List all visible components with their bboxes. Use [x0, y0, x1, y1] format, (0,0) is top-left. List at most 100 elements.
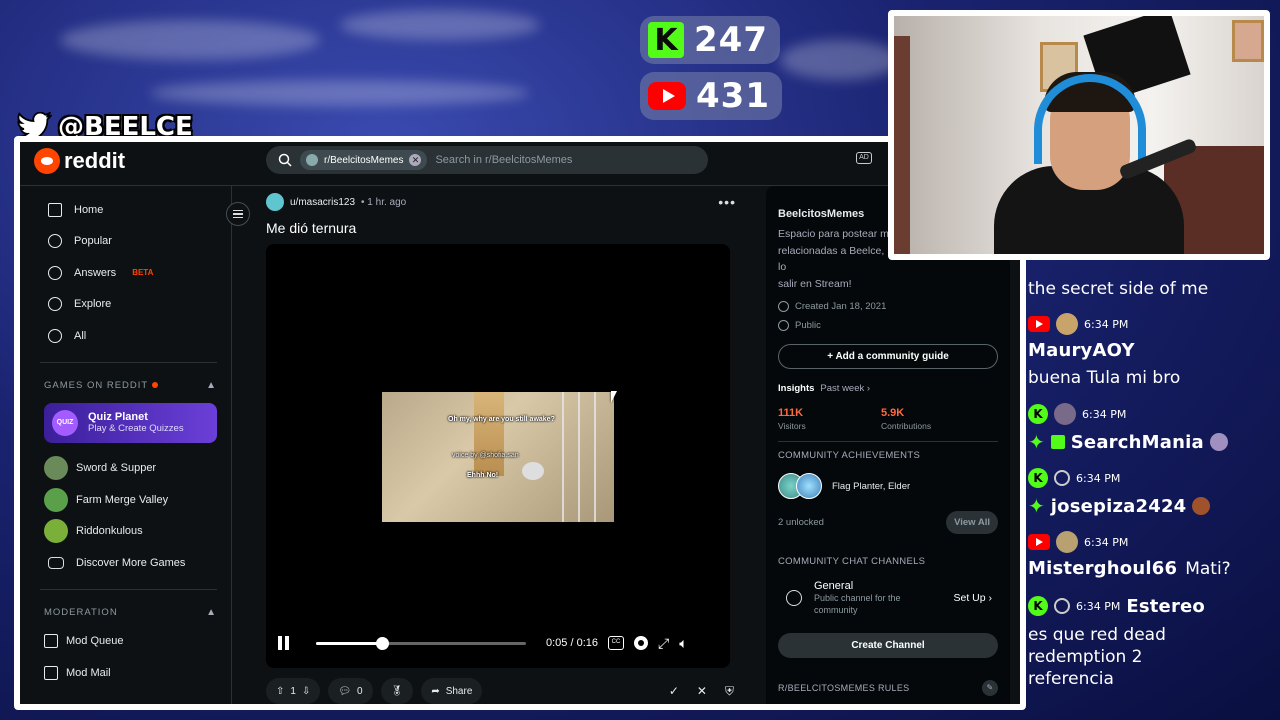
sidebar-divider: [778, 441, 998, 442]
video-hamster: [522, 462, 544, 480]
avatar: [1056, 531, 1078, 553]
answers-icon: [48, 265, 62, 280]
downvote-icon[interactable]: ⇩: [302, 686, 310, 697]
game-thumbnail-icon: [44, 487, 68, 512]
mouse-cursor-icon: [611, 391, 617, 403]
game-item-discover-more[interactable]: Discover More Games: [40, 547, 217, 579]
remove-chip-icon[interactable]: ✕: [409, 154, 422, 166]
chat-bubble-icon: [786, 590, 802, 606]
community-description-line: relacionadas a Beelce, lo: [778, 244, 885, 274]
post-title[interactable]: Me dió ternura: [266, 220, 746, 236]
expand-icon[interactable]: ⤢: [658, 635, 669, 652]
chat-message-text: es que red dead redemption 2 referencia: [1028, 625, 1166, 689]
games-section-header[interactable]: GAMES ON REDDIT ▲: [40, 373, 217, 399]
sidebar-item-all[interactable]: All: [40, 320, 217, 352]
approve-icon[interactable]: ✓: [669, 684, 679, 699]
moderation-section-header[interactable]: MODERATION ▲: [40, 600, 217, 626]
add-community-guide-button[interactable]: + Add a community guide: [778, 344, 998, 369]
game-label: Discover More Games: [76, 556, 186, 569]
chat-channel-description: Public channel for the community: [814, 593, 901, 615]
game-thumbnail-icon: [44, 456, 68, 481]
chat-username: josepiza2424: [1050, 495, 1187, 517]
games-heading: GAMES ON REDDIT: [44, 380, 149, 391]
search-bar[interactable]: r/BeelcitosMemes ✕: [266, 146, 708, 174]
game-item-riddonkulous[interactable]: Riddonkulous: [40, 516, 217, 548]
youtube-viewer-count: 431: [696, 76, 770, 116]
award-button[interactable]: 🏅︎: [380, 678, 414, 704]
remove-icon[interactable]: ✕: [697, 684, 707, 699]
video-scrubber-handle[interactable]: [375, 636, 389, 650]
game-item-farm-merge-valley[interactable]: Farm Merge Valley: [40, 484, 217, 516]
game-label: Riddonkulous: [76, 525, 143, 538]
sparkle-badge-icon: ✦: [1028, 494, 1045, 518]
pause-icon[interactable]: [278, 636, 290, 650]
sidebar-item-home[interactable]: Home: [40, 194, 217, 226]
contributions-stat: 5.9K Contributions: [881, 407, 984, 431]
avatar[interactable]: [266, 193, 284, 211]
unlocked-row: 2 unlocked View All: [778, 511, 998, 534]
sidebar-item-mod-mail[interactable]: Mod Mail: [40, 657, 217, 689]
chat-message: K 6:34 PM ✦ SearchMania: [1028, 403, 1228, 454]
advertise-icon[interactable]: AD: [856, 152, 872, 164]
chat-username: Misterghoul66: [1028, 558, 1178, 579]
collapse-sidebar-button[interactable]: [226, 202, 250, 226]
set-up-button[interactable]: Set Up ›: [953, 592, 998, 604]
controller-icon: [48, 556, 64, 569]
chat-message-header: 6:34 PM: [1028, 531, 1231, 553]
contributions-count: 5.9K: [881, 407, 905, 419]
quiz-planet-card[interactable]: QUIZ Quiz Planet Play & Create Quizzes: [44, 402, 217, 443]
chat-message: K 6:34 PM ✦ josepiza2424: [1028, 468, 1211, 518]
chat-timestamp: 6:34 PM: [1082, 407, 1127, 421]
community-created: Created Jan 18, 2021: [778, 298, 998, 315]
insights-label: Insights: [778, 382, 815, 394]
visitors-stat: 111K Visitors: [778, 407, 881, 431]
sidebar-item-label: Answers: [74, 266, 117, 279]
captions-icon[interactable]: CC: [608, 636, 624, 650]
reddit-snoo-icon: [34, 148, 60, 174]
beta-badge: BETA: [132, 268, 154, 278]
chevron-up-icon[interactable]: ▲: [206, 380, 217, 391]
volume-icon[interactable]: 🔈︎: [679, 635, 687, 652]
globe-icon: [778, 320, 789, 331]
sidebar-item-answers[interactable]: Answers BETA: [40, 257, 217, 289]
chat-channel-general[interactable]: General Public channel for the community…: [778, 580, 998, 615]
youtube-icon: [1028, 316, 1050, 332]
view-all-button[interactable]: View All: [946, 511, 998, 534]
upvote-icon[interactable]: ⇧: [276, 686, 284, 697]
achievements-row[interactable]: Flag Planter, Elder: [778, 471, 998, 501]
visitors-label: Visitors: [778, 421, 806, 431]
share-button[interactable]: ➦ Share: [421, 678, 483, 704]
chevron-up-icon[interactable]: ▲: [206, 607, 217, 618]
sidebar-item-popular[interactable]: Popular: [40, 226, 217, 258]
search-community-chip[interactable]: r/BeelcitosMemes ✕: [300, 150, 428, 170]
contributions-label: Contributions: [881, 421, 932, 431]
create-channel-button[interactable]: Create Channel: [778, 633, 998, 658]
achievement-badges: [778, 473, 822, 499]
chat-message: the secret side of me: [1028, 278, 1208, 300]
video-subtitle: Oh my, why are you still awake?: [448, 416, 555, 423]
community-description: Espacio para postear m relacionadas a Be…: [778, 226, 890, 292]
reddit-header: reddit r/BeelcitosMemes ✕ AD: [20, 142, 1020, 186]
explore-icon: [48, 297, 62, 312]
shield-icon[interactable]: ⛨: [725, 684, 734, 699]
mod-queue-icon: [44, 634, 58, 649]
background-cloud: [780, 40, 900, 80]
more-options-icon[interactable]: •••: [718, 194, 746, 210]
all-icon: [48, 328, 62, 343]
chat-message-header: K 6:34 PM: [1028, 468, 1210, 488]
video-cage-bar: [562, 392, 564, 522]
reddit-logo[interactable]: reddit: [34, 148, 125, 174]
sidebar-item-mod-queue[interactable]: Mod Queue: [40, 626, 217, 658]
search-input[interactable]: [435, 154, 676, 166]
video-progress-bar[interactable]: [316, 636, 526, 650]
comments-button[interactable]: 💬︎ 0: [328, 678, 373, 704]
video-subtitle: Ehhh No!: [467, 472, 499, 479]
game-item-sword-supper[interactable]: Sword & Supper: [40, 453, 217, 485]
insights-period-dropdown[interactable]: Past week ›: [820, 383, 870, 394]
gear-icon[interactable]: [634, 636, 648, 650]
video-player[interactable]: Oh my, why are you still awake? voice by…: [266, 244, 730, 668]
post-author[interactable]: u/masacris123: [290, 197, 355, 208]
edit-icon[interactable]: ✎: [982, 680, 998, 696]
sidebar-item-explore[interactable]: Explore: [40, 289, 217, 321]
kick-viewer-counter: K 247: [640, 16, 780, 64]
